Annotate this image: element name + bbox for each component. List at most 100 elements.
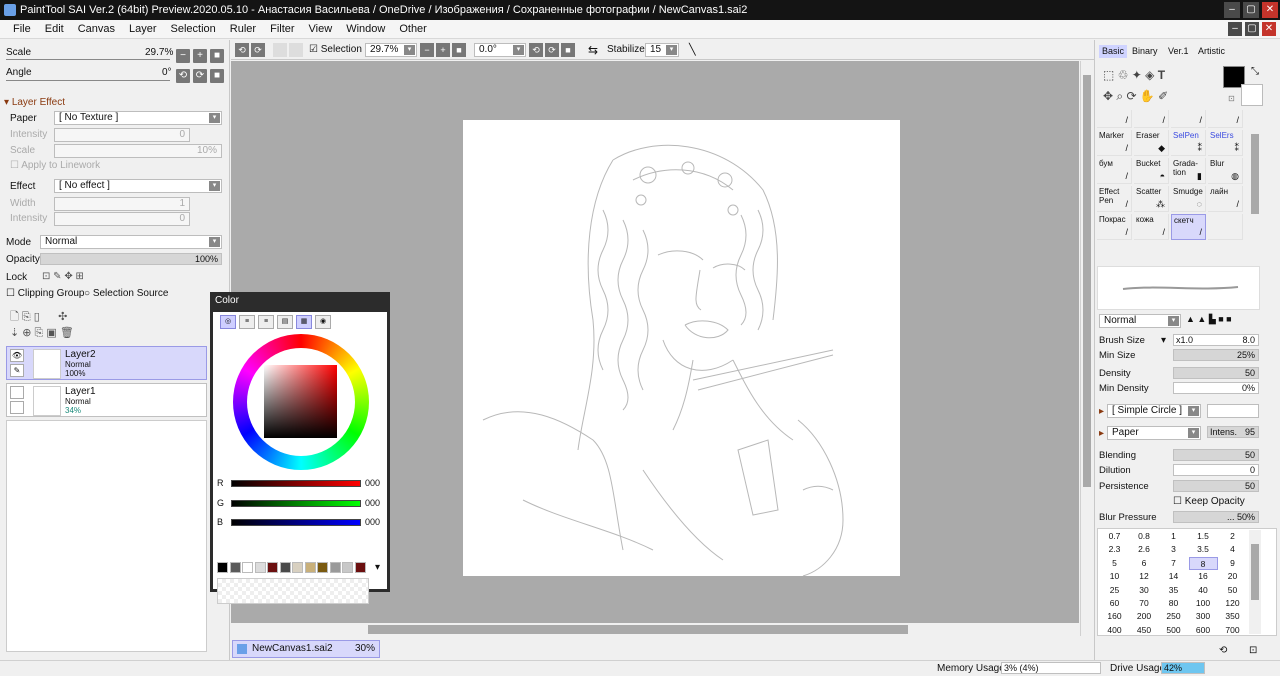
opacity-bar[interactable]: 100% bbox=[40, 253, 222, 265]
color-swatch[interactable] bbox=[342, 562, 353, 573]
zoom-out-button[interactable]: − bbox=[176, 49, 190, 63]
intensity-field[interactable]: 0 bbox=[54, 128, 190, 142]
tool-icons-row1[interactable]: ⬚ ♲ ✦ ◈ T bbox=[1103, 68, 1165, 82]
layer-effect-header[interactable]: ▾ Layer Effect bbox=[4, 97, 65, 108]
tool-slot[interactable]: Покрас / bbox=[1097, 214, 1132, 240]
color-swatch[interactable] bbox=[279, 562, 291, 573]
width-field[interactable]: 1 bbox=[54, 197, 190, 211]
size-preset[interactable]: 250 bbox=[1159, 610, 1188, 623]
doc-close-button[interactable]: ✕ bbox=[1262, 22, 1276, 36]
size-preset[interactable]: 1.5 bbox=[1189, 530, 1218, 543]
density-bar[interactable]: 50 bbox=[1173, 367, 1259, 379]
menu-file[interactable]: File bbox=[6, 20, 38, 38]
color-swatch[interactable] bbox=[317, 562, 328, 573]
size-preset[interactable]: 20 bbox=[1218, 570, 1247, 583]
tool-slot[interactable]: бум / bbox=[1097, 158, 1132, 184]
zoom-in-icon[interactable]: + bbox=[436, 43, 450, 57]
tab-binary[interactable]: Binary bbox=[1129, 45, 1161, 58]
reset-colors-icon[interactable]: ⊡ bbox=[1228, 94, 1235, 103]
brush-shape-param[interactable] bbox=[1207, 404, 1259, 418]
flip-icon[interactable]: ⇆ bbox=[588, 43, 598, 57]
tab-artistic[interactable]: Artistic bbox=[1195, 45, 1228, 58]
menu-view[interactable]: View bbox=[302, 20, 340, 38]
swatch-menu-icon[interactable]: ▾ bbox=[375, 562, 380, 573]
tool-grid-scrollbar[interactable] bbox=[1249, 130, 1261, 262]
b-slider[interactable] bbox=[231, 519, 361, 526]
horizontal-scroll-thumb[interactable] bbox=[368, 625, 908, 634]
size-preset[interactable]: 3.5 bbox=[1189, 543, 1218, 556]
size-preset[interactable]: 2.3 bbox=[1100, 543, 1129, 556]
lock-icons[interactable]: ⊡ ✎ ✥ ⊞ bbox=[42, 271, 84, 282]
tool-slot[interactable]: Bucket ◓ bbox=[1134, 158, 1169, 184]
size-preset[interactable]: 16 bbox=[1189, 570, 1218, 583]
saturation-value-square[interactable] bbox=[264, 365, 337, 438]
rotate-reset-button[interactable]: ■ bbox=[210, 69, 224, 83]
maximize-button[interactable]: ▢ bbox=[1243, 2, 1259, 18]
layer-tool-icons-row2[interactable]: ⇣ ⊕ ⎘ ▣ 🗑 bbox=[10, 326, 74, 340]
rotate-left-button[interactable]: ⟲ bbox=[176, 69, 190, 83]
tool-slot[interactable]: лайн / bbox=[1208, 186, 1243, 212]
rgb-slider-tab[interactable]: ≡ bbox=[239, 315, 255, 329]
clipping-group-checkbox[interactable]: ☐ Clipping Group bbox=[6, 288, 84, 299]
color-swatch[interactable] bbox=[217, 562, 228, 573]
undo-button[interactable]: ⟲ bbox=[235, 43, 249, 57]
tool-slot[interactable]: / bbox=[1134, 110, 1169, 128]
layer-row[interactable]: 👁 ✎ Layer2 Normal 100% bbox=[6, 346, 207, 380]
min-size-bar[interactable]: 25% bbox=[1173, 349, 1259, 361]
swatches-tab[interactable]: ▦ bbox=[296, 315, 312, 329]
size-preset[interactable]: 2.6 bbox=[1130, 543, 1159, 556]
size-preset[interactable]: 70 bbox=[1130, 597, 1159, 610]
tool-slot[interactable]: / bbox=[1171, 110, 1206, 128]
color-swatch[interactable] bbox=[229, 562, 241, 573]
size-preset[interactable]: 50 bbox=[1218, 584, 1247, 597]
visibility-eye-icon[interactable]: 👁 bbox=[10, 349, 24, 362]
intensity2-field[interactable]: 0 bbox=[54, 212, 190, 226]
r-slider[interactable] bbox=[231, 480, 361, 487]
tool-slot[interactable]: Grada- tion ▮ bbox=[1171, 158, 1206, 184]
rotation-select[interactable]: 0.0° ▾ bbox=[474, 43, 526, 57]
swap-colors-icon[interactable]: ⤡ bbox=[1251, 66, 1259, 77]
visibility-toggle[interactable] bbox=[10, 386, 24, 399]
color-swatch[interactable] bbox=[242, 562, 253, 573]
scratchpad-tab[interactable]: ◉ bbox=[315, 315, 331, 329]
texture-intensity-field[interactable]: Intens. 95 bbox=[1207, 426, 1259, 438]
size-preset[interactable]: 100 bbox=[1189, 597, 1218, 610]
brush-shape-select[interactable]: [ Simple Circle ] ▾ bbox=[1107, 404, 1201, 418]
size-preset[interactable]: 500 bbox=[1159, 624, 1188, 637]
stabilizer-select[interactable]: 15 ▾ bbox=[645, 43, 679, 57]
mixer-tab[interactable]: ▤ bbox=[277, 315, 293, 329]
vertical-scroll-thumb[interactable] bbox=[1083, 75, 1091, 487]
rotate-reset-icon[interactable]: ■ bbox=[561, 43, 575, 57]
size-preset[interactable]: 3 bbox=[1159, 543, 1188, 556]
brush-blend-select[interactable]: Normal ▾ bbox=[1099, 314, 1181, 328]
color-swatch[interactable] bbox=[304, 562, 316, 573]
shape-expand-icon[interactable]: ▸ bbox=[1099, 406, 1104, 417]
hsv-slider-tab[interactable]: ≡ bbox=[258, 315, 274, 329]
size-preset[interactable]: 350 bbox=[1218, 610, 1247, 623]
invert-selection-button[interactable] bbox=[289, 43, 303, 57]
size-dropdown-arrow[interactable]: ▾ bbox=[1161, 335, 1166, 346]
color-window[interactable]: Color ◎ ≡ ≡ ▤ ▦ ◉ R 000 G 000 B 000 ▾ bbox=[210, 292, 390, 604]
size-preset[interactable]: 1 bbox=[1159, 530, 1188, 543]
size-preset[interactable]: 25 bbox=[1100, 584, 1129, 597]
tool-slot[interactable]: Smudge ◌ bbox=[1171, 186, 1206, 212]
size-preset[interactable]: 0.8 bbox=[1130, 530, 1159, 543]
size-preset[interactable]: 6 bbox=[1130, 557, 1159, 570]
size-preset[interactable]: 8 bbox=[1188, 556, 1218, 570]
size-preset[interactable]: 14 bbox=[1159, 570, 1188, 583]
size-preset[interactable]: 160 bbox=[1100, 610, 1129, 623]
zoom-reset-icon[interactable]: ■ bbox=[452, 43, 466, 57]
color-swatch[interactable] bbox=[267, 562, 278, 573]
tool-slot[interactable]: кожа / bbox=[1134, 214, 1169, 240]
menu-ruler[interactable]: Ruler bbox=[223, 20, 263, 38]
zoom-select[interactable]: 29.7% ▾ bbox=[365, 43, 417, 57]
brush-shape-icons[interactable]: ▲ ▲ ▙ ■ ■ bbox=[1186, 314, 1232, 325]
size-preset[interactable]: 0.7 bbox=[1100, 530, 1129, 543]
menu-canvas[interactable]: Canvas bbox=[71, 20, 122, 38]
min-density-bar[interactable]: 0% bbox=[1173, 382, 1259, 394]
size-preset[interactable]: 80 bbox=[1159, 597, 1188, 610]
size-preset[interactable]: 2 bbox=[1218, 530, 1247, 543]
texture-scale-field[interactable]: 10% bbox=[54, 144, 222, 158]
pen-icon[interactable]: ✎ bbox=[10, 364, 24, 377]
tool-slot[interactable]: Effect Pen / bbox=[1097, 186, 1132, 212]
